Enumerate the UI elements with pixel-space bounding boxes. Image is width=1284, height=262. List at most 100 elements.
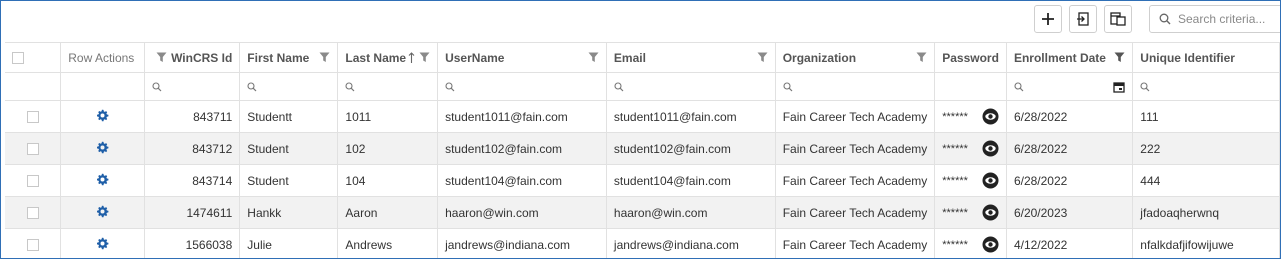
- gear-icon[interactable]: [96, 205, 109, 218]
- search-icon: [445, 81, 455, 91]
- header-email[interactable]: Email: [606, 42, 776, 73]
- eye-icon[interactable]: [982, 236, 999, 253]
- header-unique-identifier[interactable]: Unique Identifier: [1132, 42, 1280, 73]
- cell-last-name: Aaron: [337, 196, 439, 229]
- filter-first-name[interactable]: [239, 72, 339, 101]
- row-checkbox[interactable]: [26, 175, 39, 188]
- row-checkbox[interactable]: [26, 111, 39, 124]
- table-row: 843714 Student 104 student104@fain.com s…: [5, 164, 1280, 197]
- eye-icon[interactable]: [982, 140, 999, 157]
- filter-icon[interactable]: [156, 52, 167, 63]
- filter-icon[interactable]: [757, 52, 768, 63]
- gear-icon[interactable]: [96, 173, 109, 186]
- cell-password: ******: [934, 132, 1007, 165]
- filter-organization[interactable]: [775, 72, 936, 101]
- password-mask: ******: [942, 110, 968, 123]
- table-row: 843712 Student 102 student102@fain.com s…: [5, 132, 1280, 165]
- header-wincrs-id[interactable]: WinCRS Id: [144, 42, 241, 73]
- cell-username: haaron@win.com: [437, 196, 607, 229]
- cell-first-name: Student: [239, 132, 339, 165]
- row-actions-cell: [60, 164, 145, 197]
- search-icon: [614, 81, 624, 91]
- eye-icon[interactable]: [982, 108, 999, 125]
- header-organization[interactable]: Organization: [775, 42, 936, 73]
- filter-email[interactable]: [606, 72, 776, 101]
- export-button[interactable]: [1069, 5, 1097, 33]
- filter-icon[interactable]: [419, 52, 430, 63]
- add-button[interactable]: [1034, 5, 1062, 33]
- cell-unique-identifier: jfadoaqherwnq: [1132, 196, 1280, 229]
- filter-username[interactable]: [437, 72, 607, 101]
- filter-active-icon[interactable]: [1114, 52, 1125, 63]
- search-icon: [247, 81, 257, 91]
- sort-asc-icon[interactable]: [408, 51, 415, 64]
- header-label: Password: [942, 50, 999, 65]
- filter-wincrs-id[interactable]: [144, 72, 241, 101]
- header-first-name[interactable]: First Name: [239, 42, 339, 73]
- cell-unique-identifier: 111: [1132, 100, 1280, 133]
- filter-cell-empty: [934, 72, 1007, 101]
- header-username[interactable]: UserName: [437, 42, 607, 73]
- gear-icon[interactable]: [96, 109, 109, 122]
- cell-email: student102@fain.com: [606, 132, 776, 165]
- data-grid: Row Actions WinCRS Id First Name Last Na…: [5, 42, 1280, 258]
- cell-enrollment-date: 6/28/2022: [1006, 100, 1134, 133]
- plus-icon: [1042, 13, 1054, 25]
- gear-icon[interactable]: [96, 141, 109, 154]
- filter-unique-identifier[interactable]: [1132, 72, 1280, 101]
- search-input[interactable]: [1178, 10, 1278, 28]
- cell-email: jandrews@indiana.com: [606, 228, 776, 258]
- cell-unique-identifier: nfalkdafjifowijuwe: [1132, 228, 1280, 258]
- search-icon: [1014, 81, 1024, 91]
- header-password[interactable]: Password: [934, 42, 1007, 73]
- table-row: 1474611 Hankk Aaron haaron@win.com haaro…: [5, 196, 1280, 229]
- cell-enrollment-date: 4/12/2022: [1006, 228, 1134, 258]
- cell-unique-identifier: 222: [1132, 132, 1280, 165]
- toolbar: [1, 5, 1280, 35]
- search-icon: [1140, 81, 1150, 91]
- filter-cell-empty: [60, 72, 145, 101]
- cell-last-name: 104: [337, 164, 439, 197]
- cell-password: ******: [934, 196, 1007, 229]
- filter-icon[interactable]: [319, 52, 330, 63]
- cell-password: ******: [934, 100, 1007, 133]
- cell-organization: Fain Career Tech Academy: [775, 164, 936, 197]
- gear-icon[interactable]: [96, 237, 109, 250]
- row-select-cell: [5, 164, 62, 197]
- cell-email: student1011@fain.com: [606, 100, 776, 133]
- row-actions-cell: [60, 132, 145, 165]
- filter-row: [5, 72, 1280, 101]
- eye-icon[interactable]: [982, 172, 999, 189]
- cell-last-name: Andrews: [337, 228, 439, 258]
- filter-enrollment-date[interactable]: [1006, 72, 1134, 101]
- columns-icon: [1110, 12, 1126, 26]
- cell-wincrs-id: 1566038: [144, 228, 241, 258]
- password-mask: ******: [942, 206, 968, 219]
- password-mask: ******: [942, 238, 968, 251]
- row-checkbox[interactable]: [26, 207, 39, 220]
- filter-icon[interactable]: [588, 52, 599, 63]
- select-all-checkbox[interactable]: [12, 52, 24, 65]
- filter-last-name[interactable]: [337, 72, 439, 101]
- row-select-cell: [5, 228, 62, 258]
- search-icon: [345, 81, 355, 91]
- cell-enrollment-date: 6/28/2022: [1006, 132, 1134, 165]
- cell-wincrs-id: 1474611: [144, 196, 241, 229]
- header-enrollment-date[interactable]: Enrollment Date: [1006, 42, 1134, 73]
- columns-button[interactable]: [1104, 5, 1132, 33]
- header-last-name[interactable]: Last Name: [337, 42, 439, 73]
- filter-icon[interactable]: [916, 52, 927, 63]
- row-checkbox[interactable]: [26, 239, 39, 252]
- cell-email: haaron@win.com: [606, 196, 776, 229]
- cell-organization: Fain Career Tech Academy: [775, 196, 936, 229]
- search-box[interactable]: [1149, 5, 1280, 33]
- grid-frame: Row Actions WinCRS Id First Name Last Na…: [0, 0, 1281, 259]
- eye-icon[interactable]: [982, 204, 999, 221]
- header-row: Row Actions WinCRS Id First Name Last Na…: [5, 42, 1280, 73]
- calendar-icon[interactable]: [1113, 81, 1125, 93]
- cell-unique-identifier: 444: [1132, 164, 1280, 197]
- cell-wincrs-id: 843714: [144, 164, 241, 197]
- filter-cell-empty: [5, 72, 62, 101]
- row-checkbox[interactable]: [26, 143, 39, 156]
- row-select-cell: [5, 196, 62, 229]
